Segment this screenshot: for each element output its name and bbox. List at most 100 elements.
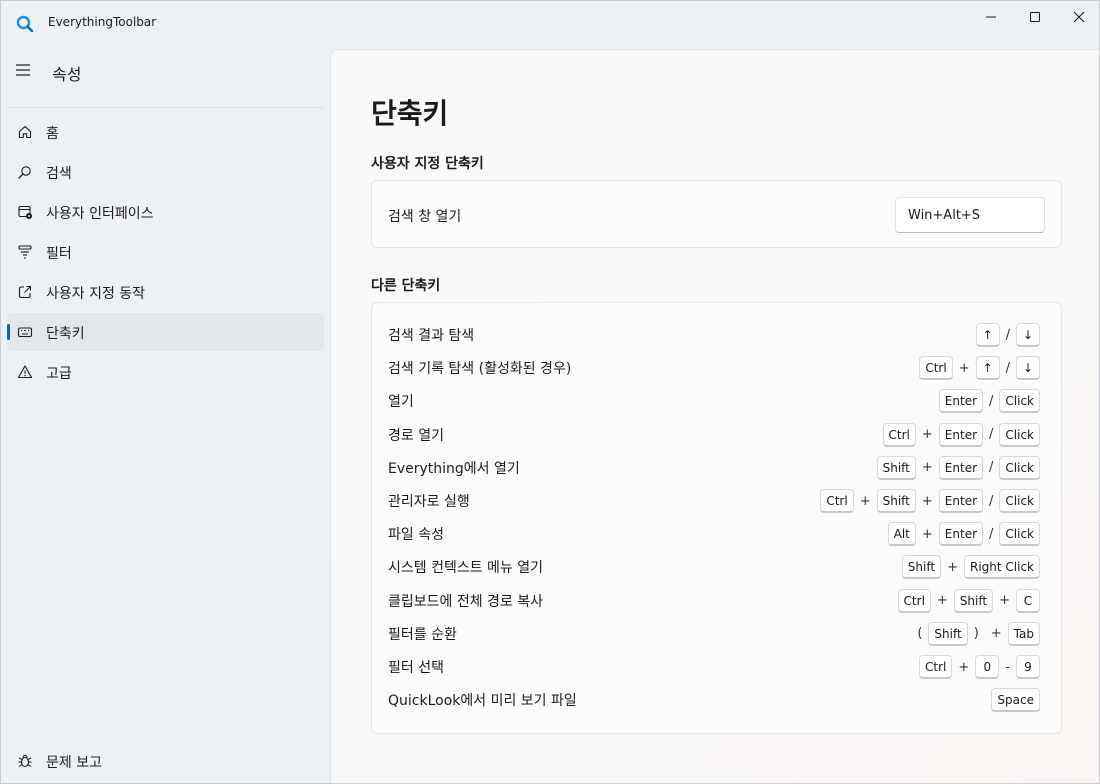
shortcut-input[interactable] — [895, 197, 1045, 233]
key-cap: Ctrl — [919, 356, 953, 381]
key-separator: - — [1005, 659, 1010, 675]
key-cap: Ctrl — [882, 422, 916, 447]
shortcut-label: 필터를 순환 — [388, 626, 457, 643]
shortcut-label: 열기 — [388, 394, 414, 411]
shortcut-label: 필터 선택 — [388, 660, 444, 676]
key-combo: Ctrl + Enter / Click — [882, 422, 1040, 447]
key-separator: + — [921, 526, 933, 542]
shortcut-label: Everything에서 열기 — [388, 460, 520, 477]
key-combo: Shift + Enter / Click — [876, 455, 1040, 480]
open-search-label: 검색 창 열기 — [388, 209, 462, 225]
key-separator: + — [958, 360, 970, 376]
key-combo: Ctrl + ↑ / ↓ — [919, 356, 1040, 381]
key-cap: C — [1016, 588, 1040, 613]
key-separator: / — [1005, 327, 1010, 343]
key-cap: Enter — [938, 422, 984, 447]
sidebar-item-label: 검색 — [46, 166, 72, 182]
sidebar-item-filters[interactable]: 필터 — [7, 233, 324, 271]
key-cap: Click — [999, 455, 1040, 480]
title-bar[interactable]: EverythingToolbar — [1, 1, 1099, 45]
key-separator: / — [989, 427, 994, 443]
shortcut-label: 경로 열기 — [388, 427, 444, 444]
key-cap: Enter — [938, 455, 984, 480]
key-separator: + — [990, 626, 1002, 642]
key-cap: 0 — [975, 655, 1000, 679]
content-pane: 단축키 사용자 지정 단축키 검색 창 열기 다른 단축키 검색 결과 탐색 ↑ /… — [330, 49, 1099, 783]
maximize-icon — [1030, 12, 1040, 22]
sidebar-item-search[interactable]: 검색 — [7, 153, 324, 191]
other-shortcuts-heading: 다른 단축키 — [371, 278, 441, 294]
sidebar-item-label: 필터 — [46, 246, 72, 262]
key-separator: / — [989, 526, 994, 542]
shortcut-label: 시스템 컨텍스트 메뉴 열기 — [388, 560, 544, 577]
sidebar-item-label: 문제 보고 — [46, 755, 102, 771]
close-icon — [1073, 11, 1085, 23]
key-cap: 9 — [1016, 655, 1040, 679]
shortcut-row: 필터 선택 Ctrl +0-9 — [372, 651, 1063, 684]
key-cap: Tab — [1007, 621, 1040, 646]
key-separator: + — [921, 460, 933, 476]
key-combo: Shift + Right Click — [901, 555, 1040, 580]
key-separator: + — [921, 493, 933, 509]
key-combo: ( Shift) + Tab — [911, 621, 1040, 646]
key-combo: ↑ / ↓ — [975, 323, 1040, 347]
shortcut-row: 열기 Enter / Click — [372, 385, 1063, 418]
key-cap: Shift — [876, 489, 916, 513]
shortcut-label: 검색 기록 탐색 (활성화된 경우) — [388, 361, 572, 378]
sidebar-item-user-interface[interactable]: 사용자 인터페이스 — [7, 193, 324, 231]
maximize-button[interactable] — [1013, 1, 1057, 33]
key-cap: ↓ — [1016, 323, 1040, 347]
key-cap: ↑ — [975, 356, 1000, 381]
filter-icon — [18, 245, 32, 259]
key-separator: + — [999, 593, 1010, 609]
key-separator: / — [989, 460, 994, 476]
sidebar-divider — [7, 107, 324, 108]
key-combo: Enter / Click — [938, 389, 1040, 414]
other-shortcuts-card: 검색 결과 탐색 ↑ / ↓ 검색 기록 탐색 (활성화된 경우) Ctrl + ↑ / ↓ 열기 E… — [371, 302, 1062, 734]
key-cap: Space — [991, 688, 1040, 713]
key-separator: + — [921, 427, 933, 443]
sidebar-title: 속성 — [52, 65, 82, 84]
home-icon — [18, 125, 32, 139]
bug-icon — [18, 754, 32, 768]
shortcut-label: 파일 속성 — [388, 527, 444, 544]
key-separator: + — [958, 659, 970, 675]
key-cap: Ctrl — [897, 588, 931, 613]
sidebar-item-custom-actions[interactable]: 사용자 지정 동작 — [7, 273, 324, 311]
key-cap: Shift — [928, 621, 968, 646]
key-separator: / — [989, 393, 994, 409]
sidebar-item-report-issue[interactable]: 문제 보고 — [7, 742, 324, 780]
minimize-icon — [986, 16, 996, 18]
key-cap: Enter — [938, 489, 984, 513]
key-cap: Click — [999, 522, 1040, 547]
page-title: 단축키 — [371, 97, 449, 130]
key-separator: ( — [917, 626, 923, 642]
minimize-button[interactable] — [969, 1, 1013, 33]
key-combo: Ctrl +0-9 — [919, 655, 1040, 679]
shortcut-row: 관리자로 실행 Ctrl + Shift + Enter / Click — [372, 485, 1063, 518]
hamburger-menu-icon[interactable] — [15, 63, 31, 77]
key-cap: Enter — [938, 522, 984, 547]
key-cap: ↑ — [975, 323, 1000, 347]
sidebar-item-home[interactable]: 홈 — [7, 113, 324, 151]
sidebar: 속성 홈 검색 사용자 인터페이스 필터 사용자 지정 동작 단축키 고급 문제… — [1, 45, 330, 783]
key-separator: ) — [973, 626, 979, 642]
shortcut-row: 경로 열기 Ctrl + Enter / Click — [372, 419, 1063, 452]
sidebar-item-advanced[interactable]: 고급 — [7, 353, 324, 391]
shortcut-row: Everything에서 열기 Shift + Enter / Click — [372, 452, 1063, 485]
sidebar-item-label: 고급 — [46, 366, 72, 382]
key-cap: Right Click — [963, 555, 1040, 580]
shortcut-row: QuickLook에서 미리 보기 파일 Space — [372, 684, 1063, 717]
sidebar-item-shortcuts[interactable]: 단축키 — [7, 313, 324, 351]
selection-indicator — [7, 324, 10, 340]
shortcut-row: 검색 결과 탐색 ↑ / ↓ — [372, 319, 1063, 352]
app-search-icon — [16, 15, 34, 33]
shortcut-label: QuickLook에서 미리 보기 파일 — [388, 693, 577, 710]
close-button[interactable] — [1057, 1, 1099, 33]
key-separator: / — [989, 493, 994, 509]
key-separator: / — [1005, 360, 1010, 376]
key-cap: Click — [999, 422, 1040, 447]
key-combo: Ctrl + Shift + Enter / Click — [820, 489, 1040, 513]
key-cap: Ctrl — [820, 489, 854, 513]
key-combo: Ctrl + Shift + C — [897, 588, 1040, 613]
